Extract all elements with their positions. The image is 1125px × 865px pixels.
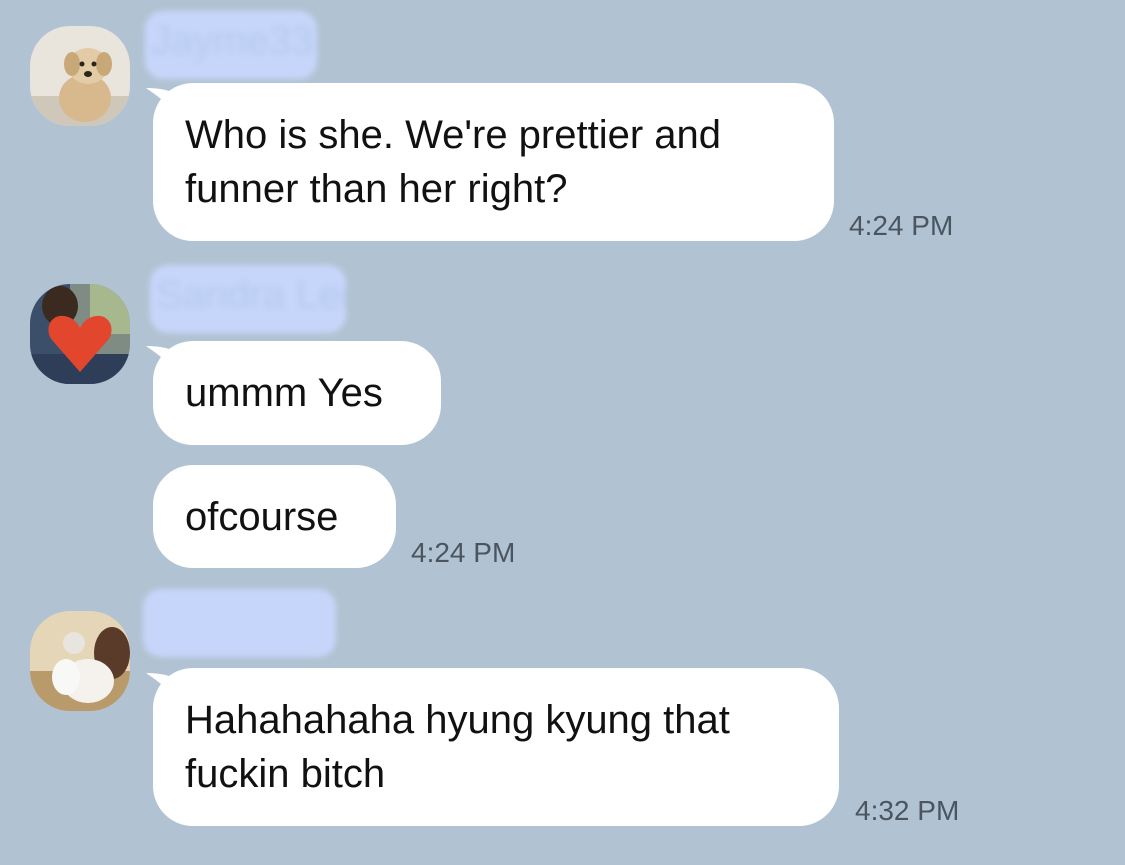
sender-avatar-1[interactable] (30, 26, 130, 126)
message-timestamp-1: 4:24 PM (849, 210, 954, 241)
dog-avatar-icon (30, 26, 130, 126)
heart-covered-photo-avatar-icon (30, 284, 130, 384)
message-line: fuckin bitch (185, 752, 386, 796)
message-timestamp-2: 4:24 PM (411, 537, 516, 568)
message-bubble-1[interactable]: Who is she. We're prettier and funner th… (153, 83, 834, 241)
message-bubble-4[interactable]: Hahahahaha hyung kyung that fuckin bitch (153, 668, 839, 826)
message-bubble-2[interactable]: ummm Yes (153, 341, 441, 445)
message-bubble-3[interactable]: ofcourse (153, 465, 396, 568)
message-line: Hahahahaha hyung kyung that (185, 698, 730, 742)
sender-avatar-2[interactable] (30, 284, 130, 384)
message-line: funner than her right? (185, 167, 568, 211)
sender-name-1: Jayme33 (145, 11, 317, 79)
sender-name-2: Sandra Lee (150, 265, 346, 333)
mother-and-child-avatar-icon (30, 611, 130, 711)
message-line: Who is she. We're prettier and (185, 113, 722, 157)
message-timestamp-3: 4:32 PM (855, 795, 960, 826)
message-text: ofcourse (185, 494, 339, 539)
message-text: ummm Yes (185, 371, 383, 415)
sender-avatar-3[interactable] (30, 611, 130, 711)
sender-name-3 (143, 589, 336, 657)
